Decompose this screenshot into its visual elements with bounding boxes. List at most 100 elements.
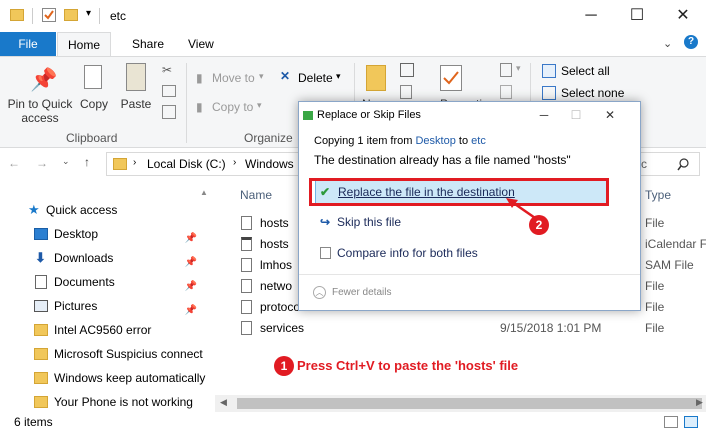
nav-item-label: Your Phone is not working — [54, 395, 193, 409]
copy-path-icon[interactable] — [162, 85, 176, 97]
nav-item-downloads[interactable]: ⬇ Downloads 📌 — [0, 246, 215, 270]
separator — [299, 274, 640, 275]
file-icon — [241, 258, 252, 272]
chevron-right-icon[interactable]: › — [233, 157, 236, 168]
paste-shortcut-icon[interactable] — [162, 105, 176, 119]
up-icon[interactable]: ↑ — [84, 155, 90, 169]
scroll-right-icon[interactable]: ▶ — [696, 397, 703, 408]
nav-item-folder[interactable]: Microsoft Suspicius connect — [0, 342, 215, 366]
paste-button[interactable]: Paste — [120, 97, 152, 111]
copy-to-dropdown-icon[interactable]: ▾ — [257, 100, 262, 111]
nav-item-folder[interactable]: Intel AC9560 error — [0, 318, 215, 342]
minimize-button[interactable]: ─ — [568, 0, 614, 32]
file-type: iCalendar Fi — [645, 237, 706, 251]
window-title: etc — [110, 9, 127, 23]
close-button[interactable]: ✕ — [660, 0, 706, 32]
separator — [186, 63, 187, 143]
nav-item-label: Intel AC9560 error — [54, 323, 152, 337]
source-link[interactable]: Desktop — [415, 135, 455, 147]
move-to-dropdown-icon[interactable]: ▾ — [259, 71, 264, 82]
table-row[interactable]: services 9/15/2018 1:01 PM File — [215, 318, 706, 339]
dialog-maximize-button[interactable]: ☐ — [561, 102, 591, 128]
folder-icon — [113, 158, 127, 170]
skip-file-option[interactable]: ↪ Skip this file — [315, 209, 607, 235]
file-type: File — [645, 216, 665, 230]
scrollbar-thumb[interactable] — [237, 398, 702, 409]
step-1-instruction: Press Ctrl+V to paste the 'hosts' file — [297, 358, 519, 373]
scroll-up-icon[interactable]: ▲ — [200, 188, 208, 197]
download-icon: ⬇ — [35, 250, 46, 265]
conflict-message: The destination already has a file named… — [314, 153, 571, 167]
nav-item-documents[interactable]: Documents 📌 — [0, 270, 215, 294]
copy-progress-icon — [303, 111, 313, 120]
tab-home[interactable]: Home — [57, 32, 112, 56]
copy-button[interactable]: Copy — [78, 97, 110, 111]
easy-access-icon[interactable] — [400, 85, 412, 99]
edit-icon[interactable] — [500, 85, 512, 99]
new-item-icon[interactable] — [400, 63, 414, 77]
folder-icon — [34, 372, 48, 384]
pin-to-quick-access-button[interactable]: Pin to Quick access — [4, 97, 76, 125]
open-icon[interactable] — [500, 63, 512, 77]
maximize-button[interactable]: ☐ — [614, 0, 660, 32]
nav-item-folder[interactable]: Windows keep automatically — [0, 366, 215, 390]
title-bar: ▾ etc ─ ☐ ✕ — [0, 0, 706, 32]
tab-file[interactable]: File — [0, 32, 56, 56]
tab-view[interactable]: View — [178, 32, 224, 56]
nav-item-label: Documents — [54, 275, 115, 289]
nav-item-label: Quick access — [46, 203, 118, 217]
column-header-name[interactable]: Name — [240, 188, 272, 202]
nav-item-label: Desktop — [54, 227, 99, 241]
recent-dropdown-icon[interactable]: ⌄ — [62, 156, 70, 167]
back-icon[interactable]: ← — [8, 156, 20, 170]
chevron-right-icon[interactable]: › — [133, 157, 136, 168]
nav-item-pictures[interactable]: Pictures 📌 — [0, 294, 215, 318]
help-icon[interactable]: ? — [684, 35, 698, 49]
file-name: lmhos — [260, 258, 293, 272]
file-icon — [241, 216, 252, 230]
destination-link[interactable]: etc — [471, 135, 486, 147]
nav-item-folder[interactable]: Your Phone is not working — [0, 390, 215, 414]
nav-item-label: Microsoft Suspicius connect — [54, 347, 203, 361]
move-to-button[interactable]: Move to — [212, 71, 255, 85]
properties-check-icon[interactable] — [42, 8, 56, 22]
file-type: SAM File — [645, 258, 694, 272]
scroll-left-icon[interactable]: ◀ — [220, 397, 227, 408]
forward-icon[interactable]: → — [36, 156, 48, 170]
nav-item-quick-access[interactable]: ★ Quick access — [0, 198, 215, 222]
select-none-button[interactable]: Select none — [561, 86, 624, 100]
column-header-type[interactable]: Type — [645, 188, 671, 202]
folder-icon — [34, 396, 48, 408]
nav-item-label: Downloads — [54, 251, 114, 265]
dialog-close-button[interactable]: ✕ — [595, 102, 625, 128]
chevron-up-icon[interactable]: ︿ — [313, 286, 326, 299]
step-1-badge: 1 — [274, 356, 294, 376]
compare-files-option[interactable]: Compare info for both files — [315, 240, 607, 266]
fewer-details-button[interactable]: Fewer details — [332, 287, 391, 298]
folder-icon — [10, 9, 24, 21]
dialog-minimize-button[interactable]: ─ — [529, 102, 559, 128]
copy-to-icon: ▮ — [196, 100, 203, 114]
customize-dropdown-icon[interactable]: ▾ — [86, 8, 91, 19]
file-type: File — [645, 300, 665, 314]
clipboard-group-label: Clipboard — [66, 131, 118, 145]
breadcrumb-windows[interactable]: Windows — [245, 157, 294, 171]
nav-item-desktop[interactable]: Desktop 📌 — [0, 222, 215, 246]
copy-to-button[interactable]: Copy to — [212, 100, 253, 114]
breadcrumb-local-disk[interactable]: Local Disk (C:) — [147, 157, 226, 171]
delete-dropdown-icon[interactable]: ▾ — [336, 71, 341, 82]
cut-icon[interactable]: ✂ — [162, 63, 172, 77]
details-view-icon[interactable] — [664, 416, 678, 428]
desktop-icon — [34, 228, 48, 240]
file-icon — [241, 300, 252, 314]
open-dropdown-icon[interactable]: ▾ — [516, 63, 521, 74]
tab-share[interactable]: Share — [122, 32, 174, 56]
skip-option-label: Skip this file — [337, 215, 402, 229]
collapse-ribbon-icon[interactable]: ⌄ — [663, 37, 672, 50]
file-icon — [241, 321, 252, 335]
new-folder-icon[interactable] — [64, 9, 78, 21]
large-icons-view-icon[interactable] — [684, 416, 698, 428]
select-all-button[interactable]: Select all — [561, 64, 610, 78]
delete-button[interactable]: Delete — [298, 71, 333, 85]
replace-or-skip-dialog: Replace or Skip Files ─ ☐ ✕ Copying 1 it… — [298, 101, 641, 311]
